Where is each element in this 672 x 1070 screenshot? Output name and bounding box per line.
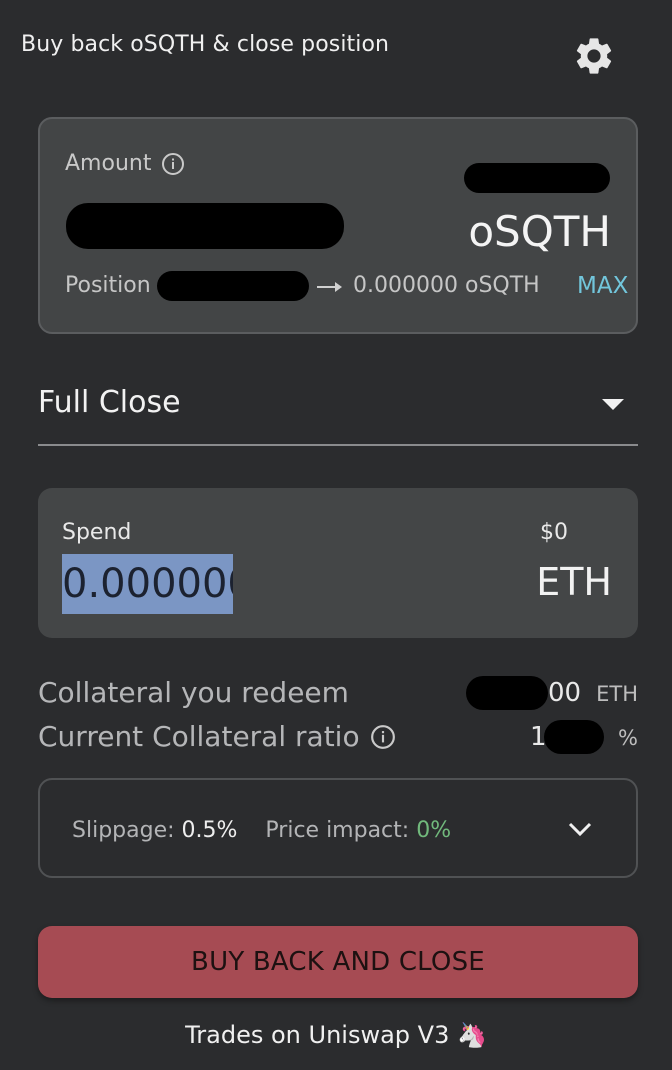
collateral-redeem-unit: ETH bbox=[596, 682, 638, 706]
spend-unit: ETH bbox=[536, 560, 612, 604]
redacted-collateral-ratio bbox=[544, 720, 604, 754]
close-type-select[interactable]: Full Close bbox=[38, 380, 638, 446]
buy-back-and-close-button[interactable]: BUY BACK AND CLOSE bbox=[38, 926, 638, 998]
amount-unit: oSQTH bbox=[468, 207, 611, 256]
price-impact-label: Price impact: bbox=[265, 818, 410, 843]
close-type-value: Full Close bbox=[38, 385, 181, 420]
chevron-down-icon bbox=[568, 822, 592, 837]
position-after-unit: oSQTH bbox=[464, 273, 540, 298]
collateral-ratio-label: Current Collateral ratio bbox=[38, 720, 396, 753]
position-row: Position 0.000000 oSQTH MAX bbox=[65, 271, 635, 303]
footer-uniswap-note: Trades on Uniswap V3 🦄 bbox=[185, 1021, 487, 1049]
slippage-value: 0.5% bbox=[181, 818, 238, 843]
redacted-balance bbox=[464, 163, 610, 193]
collateral-ratio-row: Current Collateral ratio 1 % bbox=[38, 720, 638, 764]
redacted-collateral-redeem bbox=[466, 676, 548, 710]
info-icon[interactable] bbox=[370, 724, 396, 750]
page-title: Buy back oSQTH & close position bbox=[21, 32, 390, 57]
position-label: Position bbox=[65, 273, 151, 298]
trade-details-summary: Slippage: 0.5% Price impact: 0% bbox=[72, 818, 451, 843]
arrow-right-icon bbox=[317, 282, 342, 292]
gear-icon[interactable] bbox=[572, 34, 616, 78]
slippage-label: Slippage: bbox=[72, 818, 175, 843]
collateral-redeem-label: Collateral you redeem bbox=[38, 676, 349, 709]
collateral-redeem-row: Collateral you redeem 00 ETH bbox=[38, 676, 638, 720]
position-after: 0.000000 oSQTH bbox=[353, 273, 540, 298]
redacted-position bbox=[157, 271, 309, 301]
spend-card: Spend $0 ETH bbox=[38, 488, 638, 638]
info-icon[interactable] bbox=[161, 152, 185, 176]
spend-usd-value: $0 bbox=[540, 520, 568, 545]
collateral-redeem-label-text: Collateral you redeem bbox=[38, 676, 349, 709]
spend-label: Spend bbox=[62, 520, 132, 545]
spend-input[interactable] bbox=[62, 554, 233, 614]
caret-down-icon bbox=[602, 399, 624, 410]
collateral-redeem-value: 00 bbox=[548, 678, 582, 708]
collateral-ratio-unit: % bbox=[618, 726, 638, 750]
amount-card: Amount oSQTH Position 0.000000 oSQTH MAX bbox=[38, 117, 638, 334]
price-impact-value: 0% bbox=[416, 818, 452, 843]
position-after-value: 0.000000 bbox=[353, 273, 458, 298]
amount-label-group: Amount bbox=[65, 151, 185, 176]
redacted-amount-input[interactable] bbox=[66, 203, 344, 249]
trade-details-toggle[interactable]: Slippage: 0.5% Price impact: 0% bbox=[38, 778, 638, 878]
max-button[interactable]: MAX bbox=[577, 273, 628, 299]
info-rows: Collateral you redeem 00 ETH Current Col… bbox=[38, 676, 638, 764]
amount-label: Amount bbox=[65, 151, 152, 176]
collateral-ratio-label-text: Current Collateral ratio bbox=[38, 720, 360, 753]
